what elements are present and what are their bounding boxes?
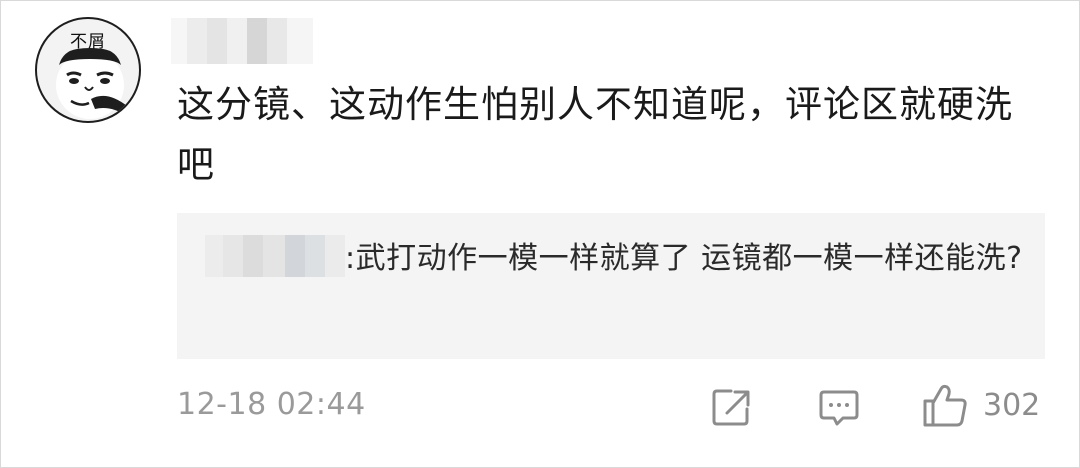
share-button[interactable] bbox=[709, 385, 753, 429]
share-icon bbox=[712, 389, 750, 426]
comment-text: 这分镜、这动作生怕别人不知道呢，评论区就硬洗吧 bbox=[177, 83, 1013, 186]
comment-icon bbox=[819, 390, 859, 426]
reply-body: 武打动作一模一样就算了 运镜都一模一样还能洗? bbox=[355, 241, 1023, 276]
reply-separator: : bbox=[345, 241, 356, 276]
like-count: 302 bbox=[983, 388, 1041, 423]
comment-footer: 12-18 02:44 302 bbox=[177, 377, 1047, 433]
thumbs-up-icon bbox=[923, 384, 967, 427]
comment-timestamp: 12-18 02:44 bbox=[177, 387, 366, 422]
like-button[interactable]: 302 bbox=[919, 381, 1049, 433]
username-redacted[interactable] bbox=[171, 18, 313, 64]
reply-text: :武打动作一模一样就算了 运镜都一模一样还能洗? bbox=[205, 235, 1025, 283]
reply-comment-button[interactable] bbox=[817, 385, 861, 429]
user-avatar[interactable]: 不屑 bbox=[35, 17, 141, 123]
reply-box[interactable]: :武打动作一模一样就算了 运镜都一模一样还能洗? bbox=[177, 213, 1045, 359]
comment-card: 不屑 这分镜、这动作生怕别人不知道呢，评论区就硬洗吧 :武打动作一模一样就算了 … bbox=[0, 0, 1080, 468]
avatar-caption: 不屑 bbox=[70, 32, 106, 52]
